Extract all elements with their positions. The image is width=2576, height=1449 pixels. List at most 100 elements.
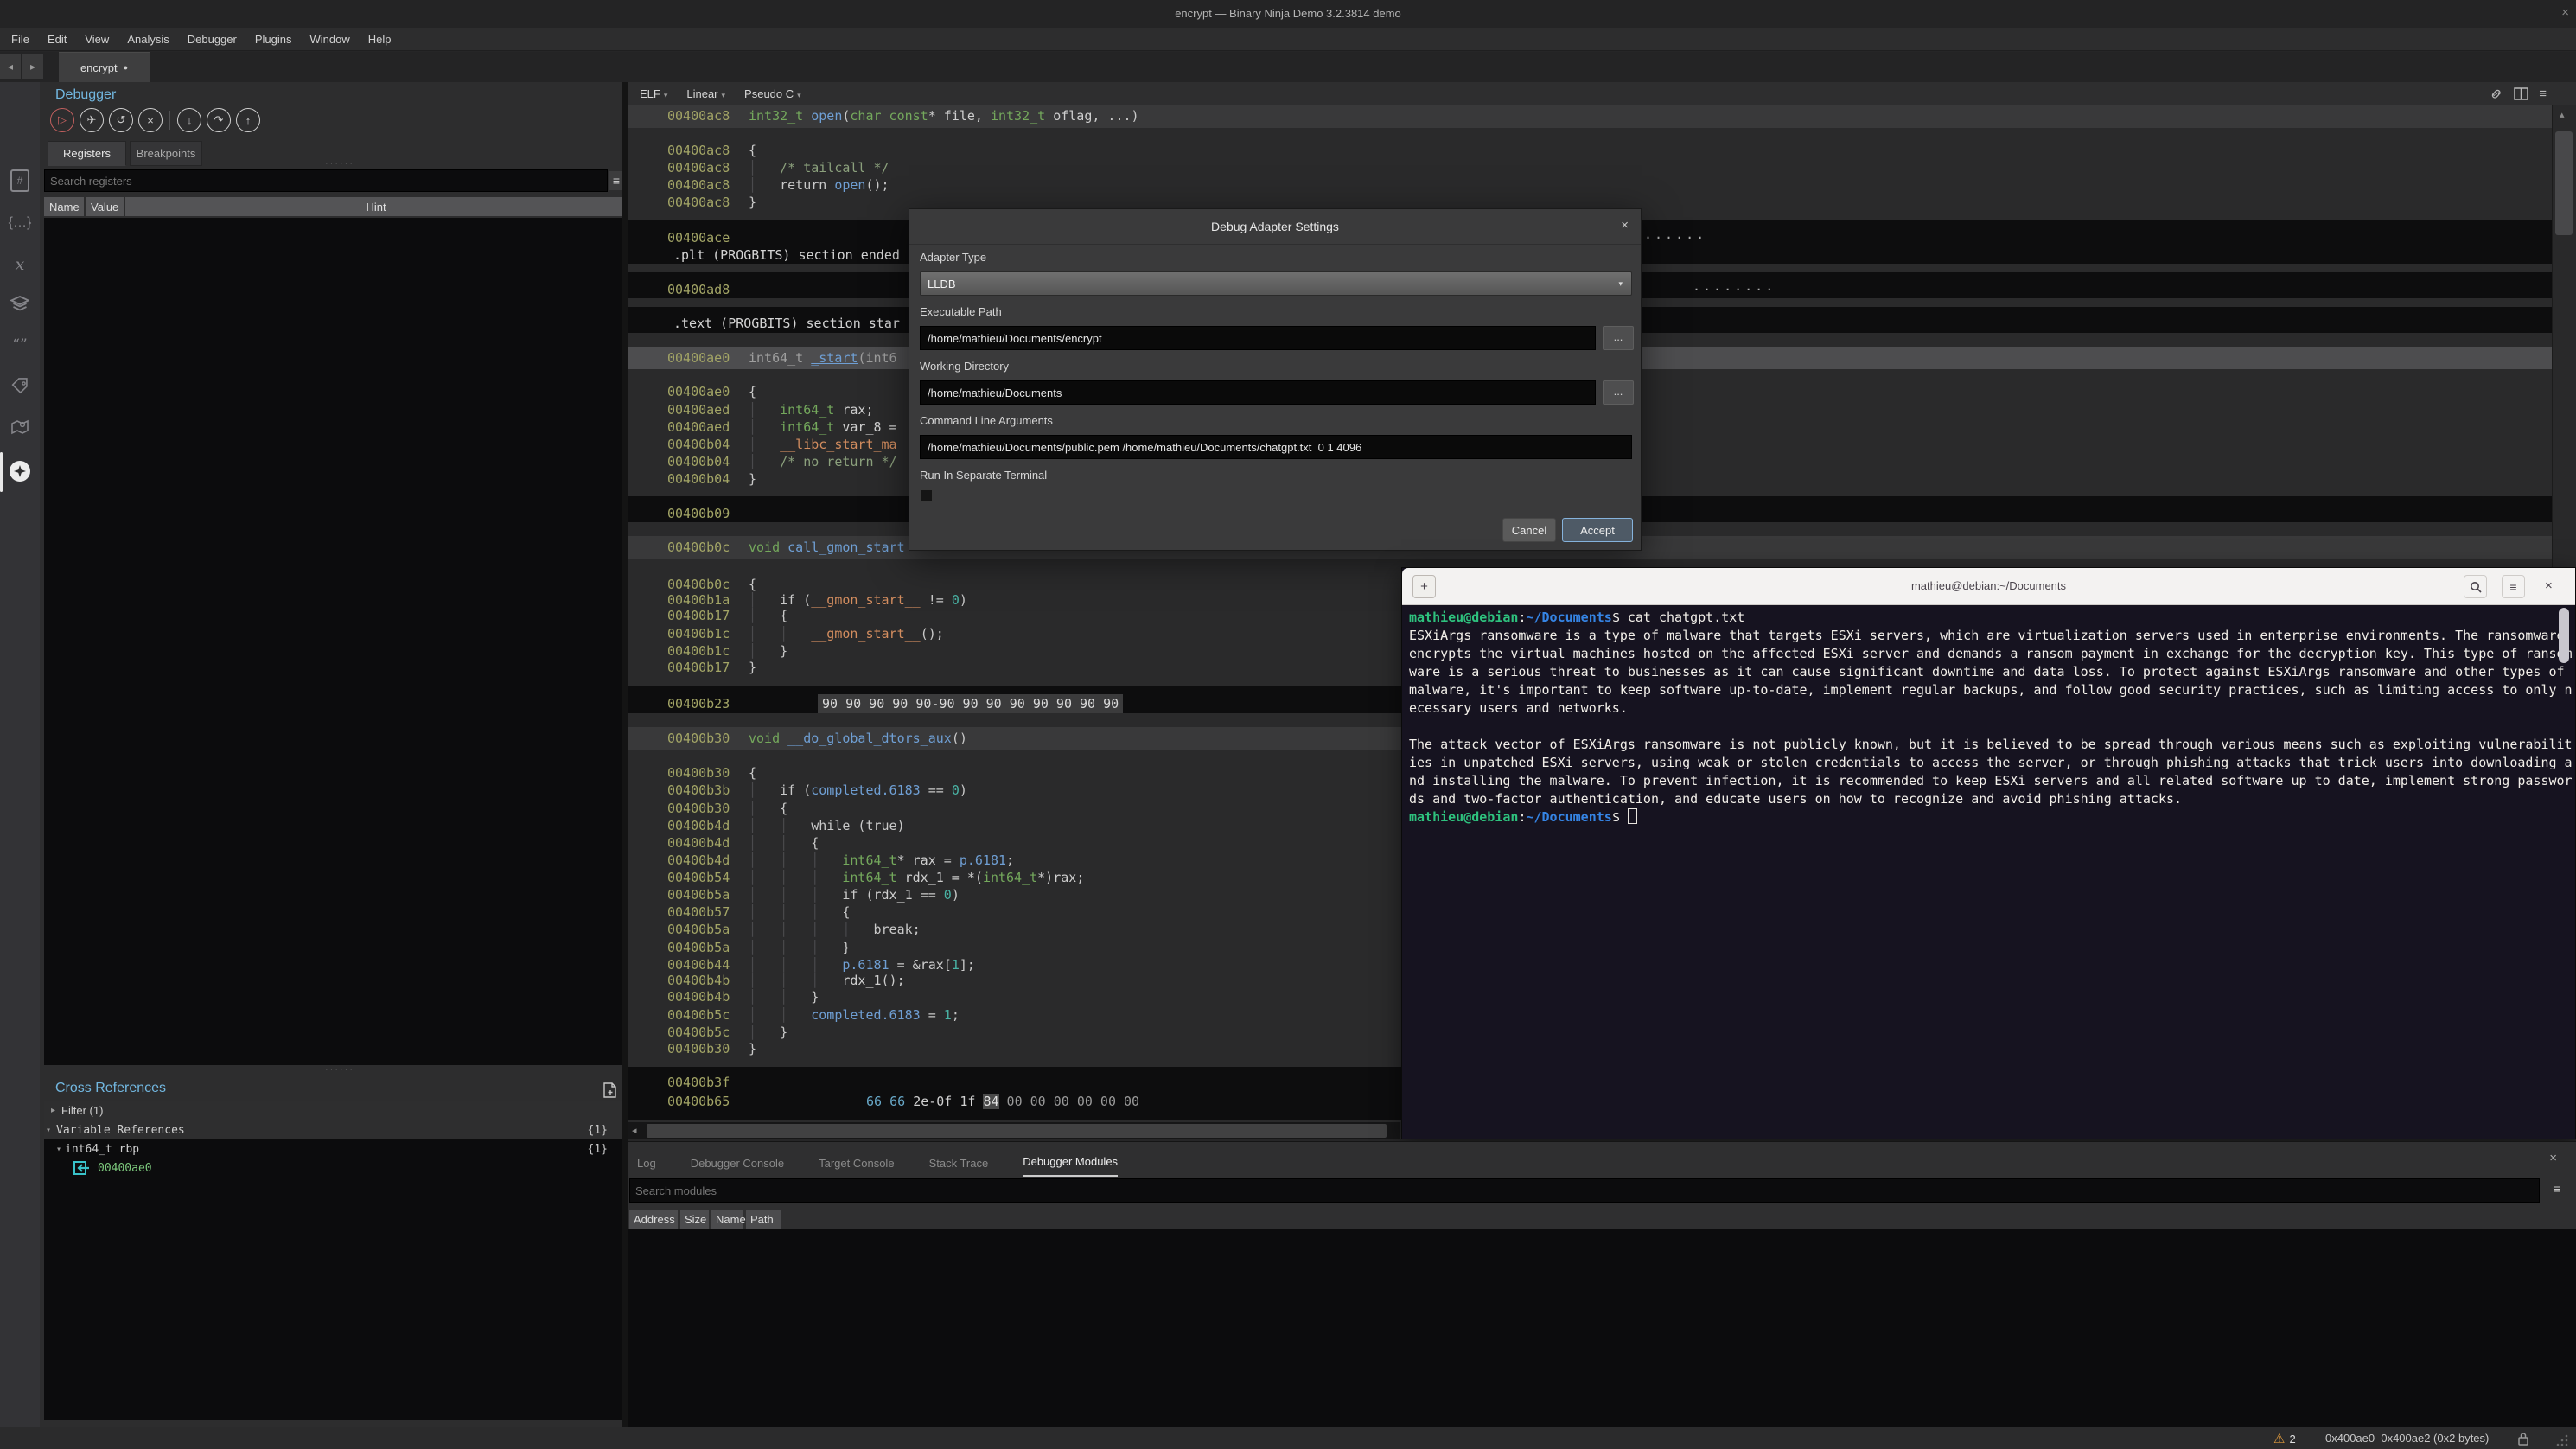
- variables-icon[interactable]: x: [0, 250, 40, 279]
- accept-button[interactable]: Accept: [1562, 518, 1633, 542]
- code-content: │ │ │ p.6181 = &rax[1];: [749, 956, 975, 973]
- activity-bar: # {…} x “”: [0, 82, 40, 1427]
- minimap-icon[interactable]: [0, 412, 40, 442]
- bottom-tab-stack-trace[interactable]: Stack Trace: [929, 1157, 989, 1177]
- code-hscrollbar-thumb[interactable]: [647, 1124, 1387, 1138]
- nav-forward-button[interactable]: ▸: [22, 54, 43, 79]
- xref-filter-row[interactable]: ▸ Filter (1): [44, 1101, 622, 1120]
- executable-path-input[interactable]: [920, 326, 1596, 350]
- code-token: completed.6183: [811, 1007, 920, 1023]
- code-content: │ │ }: [749, 988, 819, 1005]
- code-address: 00400ac8: [667, 159, 730, 176]
- menu-window[interactable]: Window: [308, 33, 351, 46]
- registers-col-name[interactable]: Name: [44, 197, 84, 216]
- menu-plugins[interactable]: Plugins: [253, 33, 294, 46]
- menu-help[interactable]: Help: [367, 33, 393, 46]
- analysis-warnings[interactable]: ⚠ 2: [2273, 1427, 2296, 1449]
- cancel-button[interactable]: Cancel: [1502, 518, 1556, 542]
- terminal-line: ds and two-factor authentication, and ed…: [1409, 790, 2572, 808]
- lock-icon[interactable]: [2517, 1432, 2529, 1446]
- tab-modified-dot: ●: [124, 63, 128, 72]
- types-icon[interactable]: {…}: [0, 208, 40, 238]
- tab-registers[interactable]: Registers: [48, 141, 126, 166]
- xref-variable-label: int64_t rbp: [65, 1143, 139, 1156]
- xref-group-row[interactable]: ▾ Variable References {1}: [44, 1120, 622, 1139]
- terminal-new-tab-button[interactable]: +: [1412, 575, 1436, 598]
- arguments-input[interactable]: [920, 435, 1632, 459]
- menu-debugger[interactable]: Debugger: [186, 33, 239, 46]
- code-line[interactable]: 00400ac8│ /* tailcall */: [628, 159, 2576, 176]
- terminal-body[interactable]: mathieu@debian:~/Documents$ cat chatgpt.…: [1402, 604, 2575, 1139]
- restart-button[interactable]: ↺: [109, 108, 133, 132]
- bottom-tab-log[interactable]: Log: [637, 1157, 656, 1177]
- bottom-panel-close-icon[interactable]: ×: [2549, 1151, 2557, 1165]
- code-token: {: [749, 577, 756, 592]
- menu-view[interactable]: View: [83, 33, 111, 46]
- modules-col-name[interactable]: Name: [711, 1210, 743, 1229]
- code-token: open: [834, 177, 865, 193]
- modules-menu-icon[interactable]: ≡: [2548, 1182, 2566, 1199]
- entropy-icon[interactable]: #: [0, 166, 40, 195]
- stop-button[interactable]: ×: [138, 108, 163, 132]
- terminal-menu-icon[interactable]: ≡: [2502, 575, 2525, 598]
- registers-col-hint[interactable]: Hint: [125, 197, 622, 216]
- splitter-handle-xrefs[interactable]: ······: [325, 1064, 354, 1075]
- executable-path-browse-button[interactable]: ...: [1603, 326, 1634, 350]
- stack-icon[interactable]: [0, 290, 40, 319]
- working-directory-input[interactable]: [920, 380, 1596, 405]
- menu-file[interactable]: File: [10, 33, 31, 46]
- search-registers-input[interactable]: [44, 169, 608, 192]
- code-token: rax: [921, 957, 944, 973]
- code-content: │ {: [749, 800, 787, 817]
- step-into-button[interactable]: ↓: [177, 108, 201, 132]
- adapter-type-select[interactable]: LLDB ▾: [920, 271, 1632, 296]
- code-line[interactable]: 00400ac8│ return open();: [628, 176, 2576, 194]
- xref-entry-row[interactable]: 00400ae0: [44, 1159, 622, 1178]
- dialog-close-icon[interactable]: ×: [1621, 218, 1629, 233]
- menu-edit[interactable]: Edit: [46, 33, 68, 46]
- xref-tree-body: ▾ int64_t rbp {1} 00400ae0: [44, 1139, 622, 1420]
- bottom-tab-debugger-console[interactable]: Debugger Console: [691, 1157, 784, 1177]
- tags-icon[interactable]: [0, 372, 40, 401]
- code-line[interactable]: 00400ac8int32_t open(char const* file, i…: [628, 107, 2576, 124]
- working-directory-browse-button[interactable]: ...: [1603, 380, 1634, 405]
- code-line[interactable]: 00400ac8{: [628, 142, 2576, 159]
- terminal-token: mathieu@debian: [1409, 809, 1518, 825]
- modules-col-size[interactable]: Size: [680, 1210, 709, 1229]
- toolbar-separator: [169, 111, 170, 130]
- terminal-close-icon[interactable]: ×: [2545, 578, 2553, 593]
- terminal-header[interactable]: mathieu@debian:~/Documents + ≡ ×: [1402, 568, 2575, 605]
- new-pane-icon[interactable]: [603, 1082, 617, 1098]
- debugger-icon[interactable]: [0, 456, 40, 486]
- cross-references-title: Cross References: [55, 1081, 166, 1096]
- step-out-button[interactable]: ↑: [236, 108, 260, 132]
- debugger-sidebar: Debugger ▷✈↺×↓↷↑ ······ RegistersBreakpo…: [40, 82, 622, 1427]
- modules-col-path[interactable]: Path: [746, 1210, 781, 1229]
- resize-grip[interactable]: [2555, 1434, 2569, 1446]
- modules-col-address[interactable]: Address: [629, 1210, 678, 1229]
- registers-col-value[interactable]: Value: [86, 197, 124, 216]
- tab-encrypt[interactable]: encrypt ●: [59, 52, 150, 82]
- code-vscrollbar-thumb[interactable]: [2555, 131, 2573, 235]
- terminal-scrollbar-thumb[interactable]: [2559, 608, 2569, 663]
- bottom-tab-target-console[interactable]: Target Console: [819, 1157, 894, 1177]
- run-in-terminal-checkbox[interactable]: [920, 489, 933, 502]
- nav-back-button[interactable]: ◂: [0, 54, 21, 79]
- code-address: 00400b65: [667, 1093, 730, 1110]
- code-content: }: [749, 1040, 756, 1057]
- xref-variable-row[interactable]: ▾ int64_t rbp {1}: [44, 1139, 622, 1159]
- code-address: 00400b4b: [667, 972, 730, 989]
- step-over-button[interactable]: ↷: [207, 108, 231, 132]
- menu-analysis[interactable]: Analysis: [125, 33, 170, 46]
- bottom-tab-debugger-modules[interactable]: Debugger Modules: [1023, 1155, 1118, 1177]
- registers-menu-icon[interactable]: ≡: [609, 171, 623, 190]
- terminal-search-icon[interactable]: [2464, 575, 2487, 598]
- attach-button[interactable]: ✈: [80, 108, 104, 132]
- strings-icon[interactable]: “”: [0, 330, 40, 360]
- code-token: 1: [952, 957, 960, 973]
- splitter-handle[interactable]: ······: [325, 158, 354, 169]
- run-button[interactable]: ▷: [50, 108, 74, 132]
- search-modules-input[interactable]: [629, 1178, 2540, 1203]
- code-token: }: [749, 660, 756, 675]
- tab-breakpoints[interactable]: Breakpoints: [130, 141, 202, 166]
